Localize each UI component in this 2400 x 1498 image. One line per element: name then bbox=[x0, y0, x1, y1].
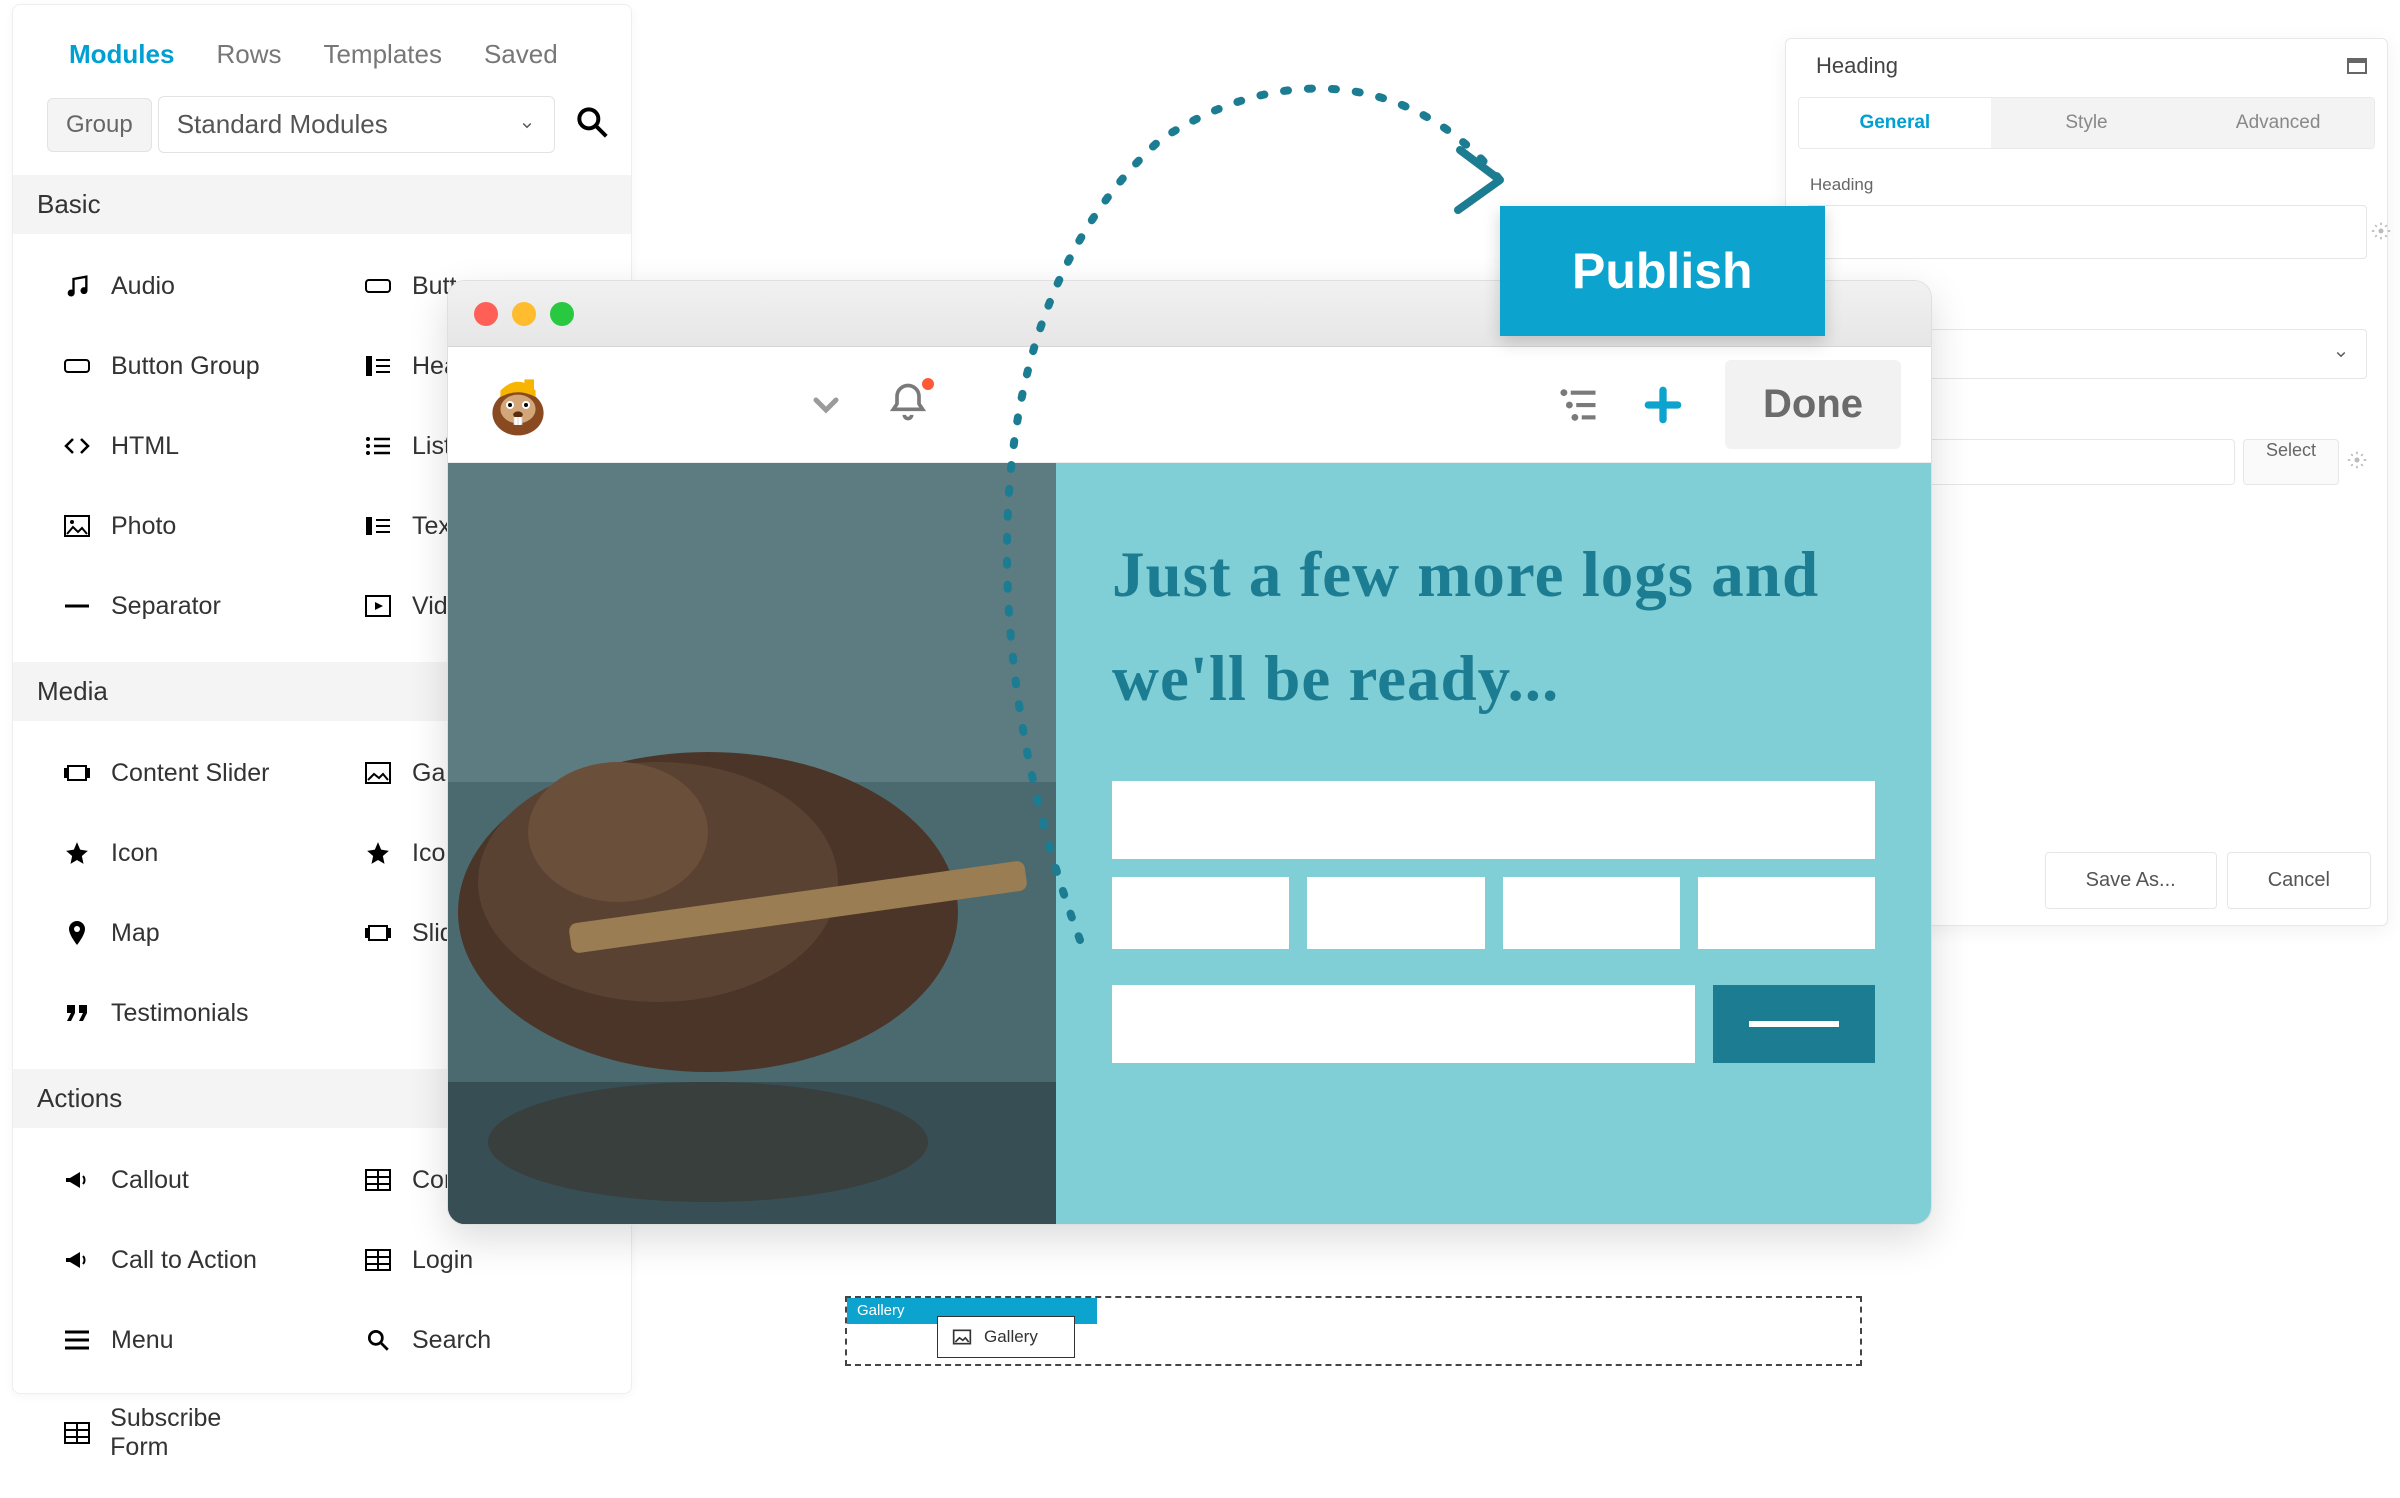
module-audio[interactable]: Audio bbox=[21, 246, 322, 326]
form-field-small-3[interactable] bbox=[1503, 877, 1680, 949]
app-toolbar: Done bbox=[448, 347, 1931, 463]
select-label: Standard Modules bbox=[177, 109, 388, 140]
slider-icon bbox=[61, 757, 93, 789]
chevron-down-icon[interactable] bbox=[806, 385, 846, 425]
plus-icon[interactable] bbox=[1641, 383, 1685, 427]
hamburger-icon bbox=[61, 1324, 93, 1356]
browser-window: Done Just a few more logs and we'll be r… bbox=[447, 280, 1932, 1225]
module-icon[interactable]: Icon bbox=[21, 813, 322, 893]
module-map[interactable]: Map bbox=[21, 893, 322, 973]
save-as-button[interactable]: Save As... bbox=[2045, 852, 2217, 909]
gallery-drag-chip[interactable]: Gallery bbox=[937, 1316, 1075, 1358]
modules-tabs: Modules Rows Templates Saved bbox=[13, 5, 631, 96]
window-icon[interactable] bbox=[2347, 58, 2367, 74]
beaver-logo-icon bbox=[478, 365, 558, 445]
minus-icon bbox=[61, 590, 93, 622]
star-icon bbox=[61, 837, 93, 869]
module-subscribe-form[interactable]: Subscribe Form bbox=[21, 1380, 322, 1486]
module-separator[interactable]: Separator bbox=[21, 566, 322, 646]
page-content: Just a few more logs and we'll be ready.… bbox=[448, 463, 1931, 1224]
bullhorn-icon bbox=[61, 1164, 93, 1196]
rectangle-icon bbox=[61, 350, 93, 382]
star-icon bbox=[362, 837, 394, 869]
module-photo[interactable]: Photo bbox=[21, 486, 322, 566]
traffic-light-close[interactable] bbox=[474, 302, 498, 326]
code-icon bbox=[61, 430, 93, 462]
outline-icon[interactable] bbox=[1557, 387, 1601, 423]
settings-tab-style[interactable]: Style bbox=[1991, 98, 2183, 148]
form-submit-button[interactable] bbox=[1713, 985, 1875, 1063]
traffic-light-minimize[interactable] bbox=[512, 302, 536, 326]
text-lines-icon bbox=[362, 510, 394, 542]
table-icon bbox=[61, 1417, 92, 1449]
section-basic: Basic bbox=[13, 175, 631, 234]
module-html[interactable]: HTML bbox=[21, 406, 322, 486]
chevron-down-icon bbox=[518, 116, 536, 134]
video-icon bbox=[362, 590, 394, 622]
chevron-down-icon bbox=[2332, 345, 2350, 363]
group-button[interactable]: Group bbox=[47, 98, 152, 152]
heading-field-label: Heading bbox=[1786, 149, 2387, 205]
page-photo bbox=[448, 463, 1056, 1224]
form-field-small-2[interactable] bbox=[1307, 877, 1484, 949]
slideshow-icon bbox=[362, 917, 394, 949]
tab-templates[interactable]: Templates bbox=[323, 39, 442, 70]
image-icon bbox=[61, 510, 93, 542]
traffic-light-maximize[interactable] bbox=[550, 302, 574, 326]
module-testimonials[interactable]: Testimonials bbox=[21, 973, 322, 1053]
form-field-2[interactable] bbox=[1112, 985, 1695, 1063]
form-field-small-1[interactable] bbox=[1112, 877, 1289, 949]
module-callout[interactable]: Callout bbox=[21, 1140, 322, 1220]
gear-icon[interactable] bbox=[2371, 221, 2391, 246]
settings-tabs: General Style Advanced bbox=[1798, 97, 2375, 149]
settings-tab-general[interactable]: General bbox=[1799, 98, 1991, 148]
quote-icon bbox=[61, 997, 93, 1029]
publish-button[interactable]: Publish bbox=[1500, 206, 1825, 336]
settings-title: Heading bbox=[1816, 53, 1898, 79]
gallery-icon bbox=[362, 757, 394, 789]
gallery-drop-zone[interactable]: Gallery Gallery bbox=[845, 1296, 1862, 1366]
settings-tab-advanced[interactable]: Advanced bbox=[2182, 98, 2374, 148]
music-icon bbox=[61, 270, 93, 302]
page-headline: Just a few more logs and we'll be ready.… bbox=[1112, 523, 1875, 731]
form-field-small-4[interactable] bbox=[1698, 877, 1875, 949]
search-icon bbox=[362, 1324, 394, 1356]
table-icon bbox=[362, 1244, 394, 1276]
modules-filter-row: Group Standard Modules bbox=[13, 96, 631, 171]
module-search[interactable]: Search bbox=[322, 1300, 623, 1380]
select-link-button[interactable]: Select bbox=[2243, 439, 2339, 485]
heading-field[interactable] bbox=[1806, 205, 2367, 259]
cancel-button[interactable]: Cancel bbox=[2227, 852, 2371, 909]
search-icon[interactable] bbox=[573, 103, 611, 146]
page-form-area: Just a few more logs and we'll be ready.… bbox=[1056, 463, 1931, 1224]
module-content-slider[interactable]: Content Slider bbox=[21, 733, 322, 813]
button-icon bbox=[362, 270, 394, 302]
pin-icon bbox=[61, 917, 93, 949]
notification-dot-icon bbox=[922, 378, 934, 390]
tab-saved[interactable]: Saved bbox=[484, 39, 558, 70]
notifications-button[interactable] bbox=[886, 380, 930, 429]
gear-icon[interactable] bbox=[2347, 450, 2367, 475]
form-field-1[interactable] bbox=[1112, 781, 1875, 859]
tab-modules[interactable]: Modules bbox=[69, 39, 174, 70]
module-menu[interactable]: Menu bbox=[21, 1300, 322, 1380]
bullhorn-icon bbox=[61, 1244, 93, 1276]
module-button-group[interactable]: Button Group bbox=[21, 326, 322, 406]
table-icon bbox=[362, 1164, 394, 1196]
tab-rows[interactable]: Rows bbox=[216, 39, 281, 70]
gallery-icon bbox=[952, 1328, 972, 1346]
heading-lines-icon bbox=[362, 350, 394, 382]
standard-modules-select[interactable]: Standard Modules bbox=[158, 96, 555, 153]
list-icon bbox=[362, 430, 394, 462]
module-call-to-action[interactable]: Call to Action bbox=[21, 1220, 322, 1300]
module-login[interactable]: Login bbox=[322, 1220, 623, 1300]
done-button[interactable]: Done bbox=[1725, 360, 1901, 449]
